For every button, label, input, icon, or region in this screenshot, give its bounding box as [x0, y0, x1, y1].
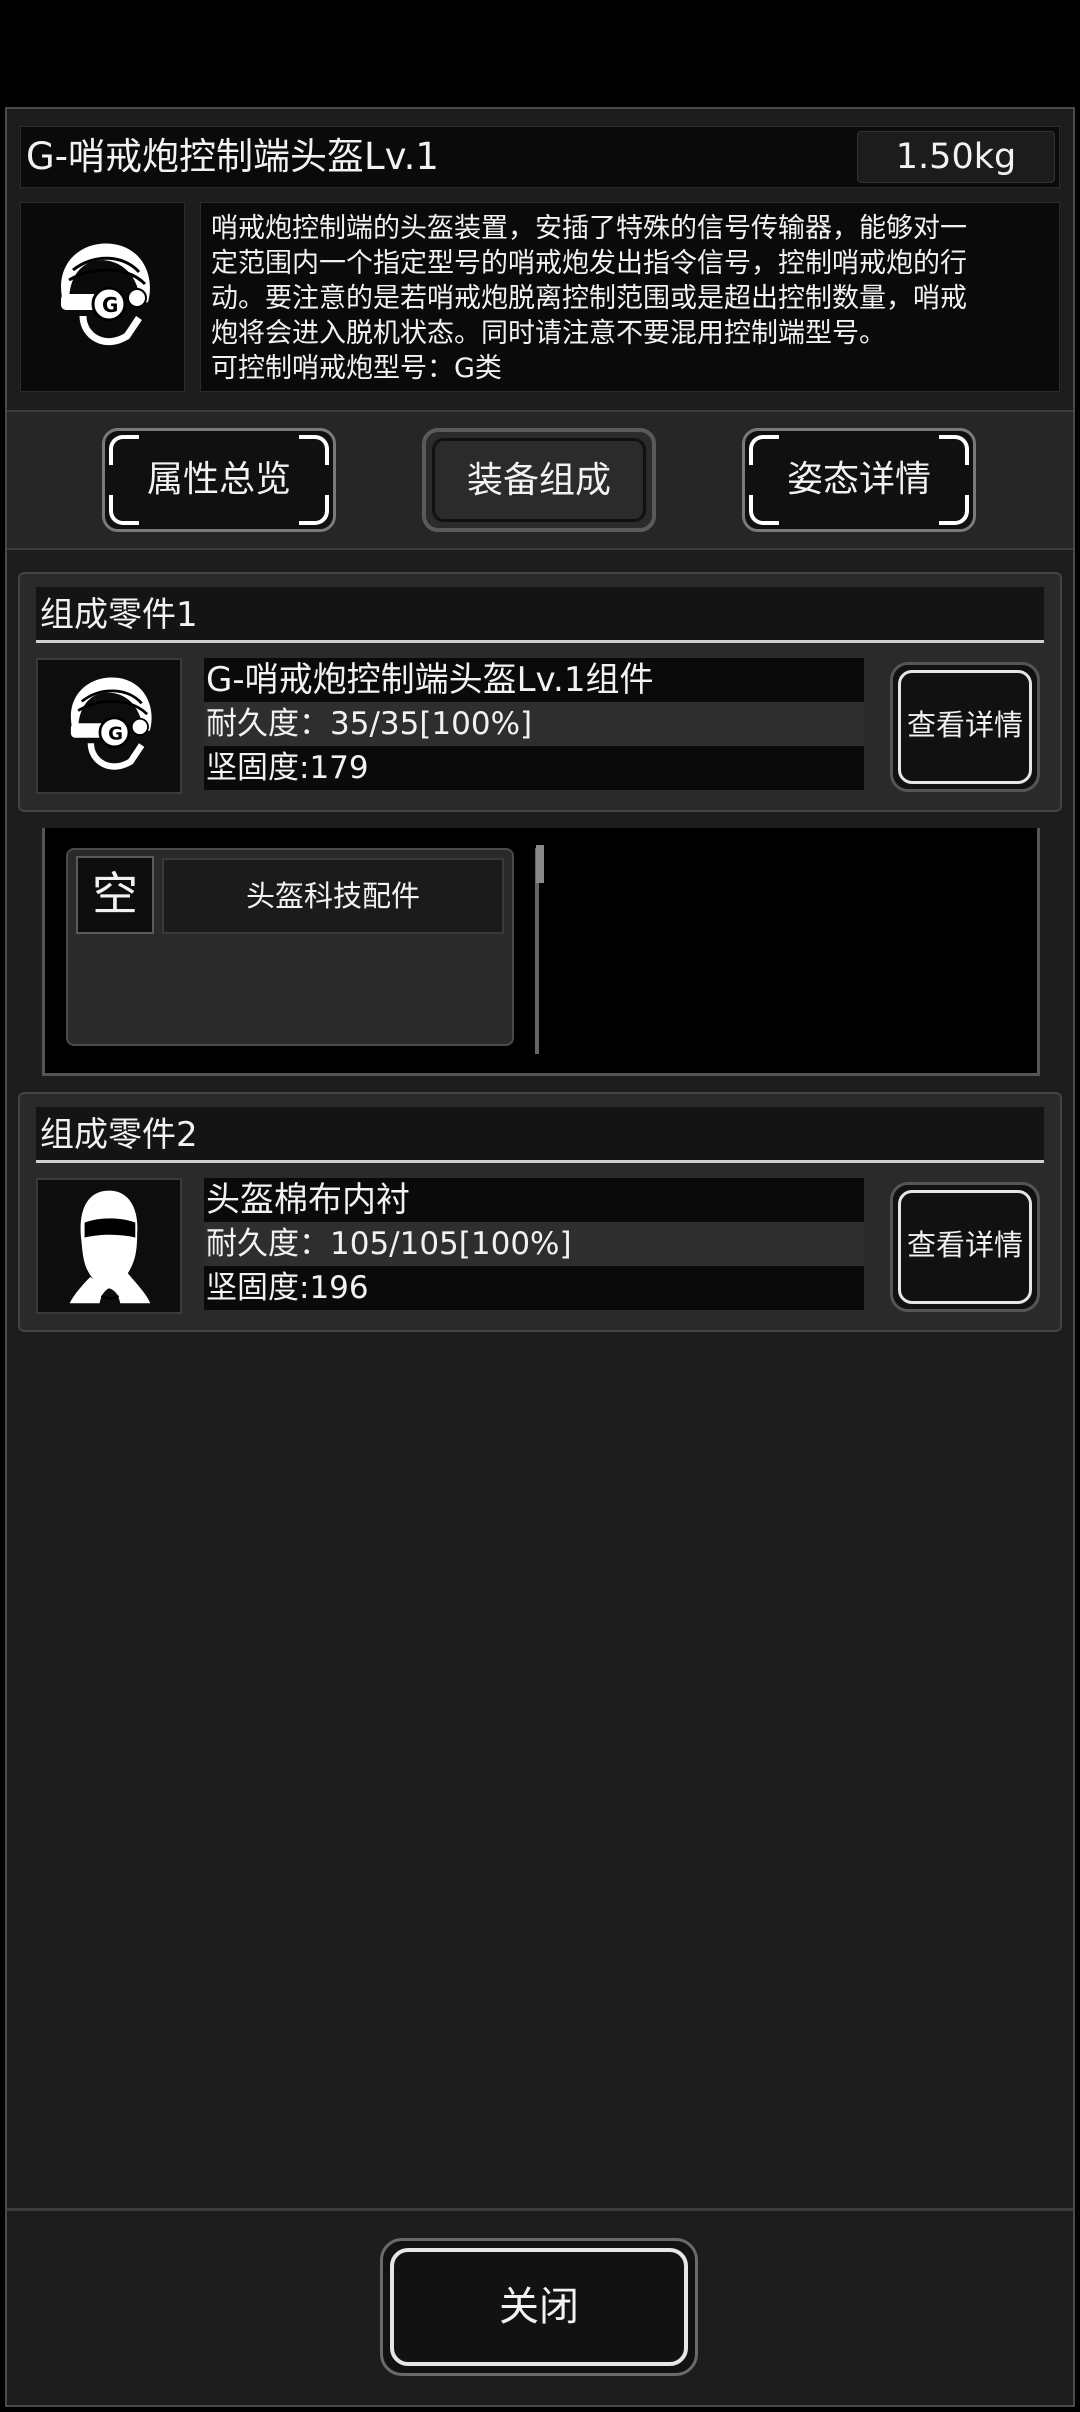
tab-posture-details[interactable]: 姿态详情 — [742, 428, 976, 532]
part-header-2: 组成零件2 — [36, 1107, 1044, 1163]
part-hardness: 坚固度:196 — [204, 1266, 864, 1310]
balaclava-icon — [69, 1190, 151, 1304]
part-icon-frame-1: G — [36, 658, 182, 794]
svg-text:G: G — [108, 724, 123, 745]
helmet-icon: G — [60, 243, 150, 345]
part-durability: 耐久度：35/35[100%] — [204, 702, 864, 746]
part-name: 头盔棉布内衬 — [204, 1178, 864, 1222]
description-line: 哨戒炮控制端的头盔装置，安插了特殊的信号传输器，能够对一 — [211, 213, 967, 244]
slot-name-button[interactable]: 头盔科技配件 — [162, 858, 504, 934]
item-description: 哨戒炮控制端的头盔装置，安插了特殊的信号传输器，能够对一 定范围内一个指定型号的… — [200, 202, 1060, 392]
item-weight: 1.50kg — [857, 131, 1055, 183]
tab-label: 装备组成 — [466, 460, 611, 501]
item-title: G-哨戒炮控制端头盔Lv.1 — [26, 135, 439, 178]
svg-text:G: G — [102, 293, 118, 317]
view-details-label: 查看详情 — [906, 1228, 1023, 1262]
close-button[interactable]: 关闭 — [380, 2238, 698, 2376]
tab-label: 姿态详情 — [786, 459, 931, 500]
view-details-button-2[interactable]: 查看详情 — [890, 1182, 1040, 1312]
view-details-button-1[interactable]: 查看详情 — [890, 662, 1040, 792]
scroll-handle[interactable] — [536, 845, 544, 883]
description-line: 炮将会进入脱机状态。同时请注意不要混用控制端型号。 — [211, 318, 886, 349]
tab-attributes-overview[interactable]: 属性总览 — [102, 428, 336, 532]
part-header-1: 组成零件1 — [36, 587, 1044, 643]
description-line: 动。要注意的是若哨戒炮脱离控制范围或是超出控制数量，哨戒 — [211, 283, 967, 314]
item-icon-frame: G — [20, 202, 185, 392]
close-label: 关闭 — [499, 2284, 579, 2330]
part-info-1: G-哨戒炮控制端头盔Lv.1组件 耐久度：35/35[100%] 坚固度:179 — [204, 658, 864, 790]
part-icon-frame-2 — [36, 1178, 182, 1314]
description-line: 可控制哨戒炮型号：G类 — [211, 353, 502, 384]
part-info-2: 头盔棉布内衬 耐久度：105/105[100%] 坚固度:196 — [204, 1178, 864, 1310]
helmet-icon: G — [70, 677, 152, 770]
view-details-label: 查看详情 — [906, 708, 1023, 742]
slot-empty-indicator: 空 — [76, 856, 154, 934]
tab-equipment-composition[interactable]: 装备组成 — [422, 428, 656, 532]
bottom-divider — [7, 2208, 1073, 2211]
part-name: G-哨戒炮控制端头盔Lv.1组件 — [204, 658, 864, 702]
tab-label: 属性总览 — [146, 459, 291, 500]
part-hardness: 坚固度:179 — [204, 746, 864, 790]
part-durability: 耐久度：105/105[100%] — [204, 1222, 864, 1266]
description-line: 定范围内一个指定型号的哨戒炮发出指令信号，控制哨戒炮的行 — [211, 248, 967, 279]
